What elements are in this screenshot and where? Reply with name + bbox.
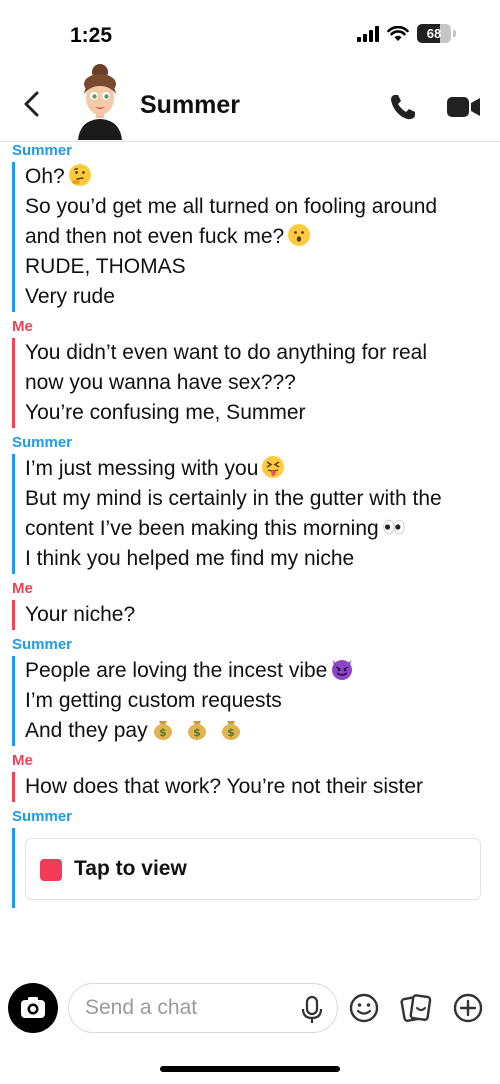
chat-history: Summer Oh? So you’d get me all turned on…: [0, 142, 500, 914]
avatar[interactable]: [70, 64, 130, 140]
wifi-icon: [387, 25, 409, 41]
svg-text:$: $: [159, 726, 167, 739]
message-text: Very rude: [25, 285, 115, 308]
message-text: and then not even fuck me?: [25, 222, 500, 252]
message-text: People are loving the incest vibe: [25, 656, 500, 686]
message-text: So you’d get me all turned on fooling ar…: [25, 195, 438, 218]
message-text: But my mind is certainly in the gutter w…: [25, 487, 442, 510]
chat-input[interactable]: [85, 984, 285, 1032]
chat-field[interactable]: [68, 983, 338, 1033]
sender-label: Me: [12, 580, 33, 597]
battery-icon: 68: [417, 24, 451, 43]
sender-label: Summer: [12, 434, 73, 451]
camera-button[interactable]: [8, 983, 58, 1033]
smiley-icon[interactable]: [348, 992, 380, 1024]
message-text: You’re confusing me, Summer: [25, 401, 306, 424]
eyes-icon: [382, 519, 405, 535]
money-bag-icon: $: [187, 721, 206, 740]
message-text: Your niche?: [25, 603, 136, 626]
battery-nub: [453, 30, 456, 37]
unopened-snap-icon: [40, 859, 62, 881]
message-group[interactable]: I’m just messing with you But my mind is…: [12, 454, 500, 574]
mic-icon[interactable]: [301, 995, 323, 1025]
smiling-devil-icon: [332, 660, 353, 680]
svg-text:$: $: [227, 726, 235, 739]
home-indicator[interactable]: [160, 1066, 340, 1072]
snap-card[interactable]: Tap to view: [25, 838, 481, 900]
contact-name[interactable]: Summer: [140, 91, 240, 120]
battery-percent: 68: [426, 26, 442, 41]
message-text: You didn’t even want to do anything for …: [25, 341, 428, 364]
message-group[interactable]: People are loving the incest vibe I’m ge…: [12, 656, 500, 746]
squinting-tongue-face-icon: [262, 456, 285, 478]
hushed-face-icon: [288, 224, 311, 246]
message-text: Oh?: [25, 162, 500, 192]
camera-icon: [21, 997, 45, 1018]
message-group[interactable]: You didn’t even want to do anything for …: [12, 338, 500, 428]
sender-label: Me: [12, 318, 33, 335]
tap-to-view-label: Tap to view: [74, 857, 187, 880]
message-group[interactable]: Oh? So you’d get me all turned on foolin…: [12, 162, 500, 312]
message-text: I think you helped me find my niche: [25, 547, 355, 570]
message-text: RUDE, THOMAS: [25, 255, 186, 278]
chat-input-bar: [0, 975, 500, 1045]
message-group: Tap to view: [12, 828, 500, 908]
cellular-signal-icon: [357, 25, 379, 42]
message-text: How does that work? You’re not their sis…: [25, 775, 424, 798]
money-bag-icon: $: [221, 721, 240, 740]
video-icon[interactable]: [446, 94, 482, 120]
message-text: I’m just messing with you: [25, 454, 500, 484]
sender-label: Me: [12, 752, 33, 769]
status-icons: 68: [357, 24, 456, 43]
chat-header: Summer: [0, 64, 500, 142]
sender-label: Summer: [12, 636, 73, 653]
plus-icon[interactable]: [452, 992, 484, 1024]
sticker-icon[interactable]: [400, 992, 432, 1024]
message-group[interactable]: Your niche?: [12, 600, 500, 630]
status-time: 1:25: [70, 24, 113, 47]
sender-label: Summer: [12, 142, 73, 159]
back-icon[interactable]: [18, 84, 48, 124]
sender-label: Summer: [12, 808, 73, 825]
message-text: I’m getting custom requests: [25, 689, 282, 712]
message-text: And they pay $ $ $: [25, 716, 500, 746]
svg-text:$: $: [193, 726, 201, 739]
message-group[interactable]: How does that work? You’re not their sis…: [12, 772, 500, 802]
status-bar: 1:25 68: [0, 0, 500, 64]
message-text: content I’ve been making this morning: [25, 514, 500, 544]
phone-icon[interactable]: [388, 92, 418, 122]
message-text: now you wanna have sex???: [25, 371, 296, 394]
thinking-face-icon: [68, 164, 91, 186]
money-bag-icon: $: [153, 721, 172, 740]
